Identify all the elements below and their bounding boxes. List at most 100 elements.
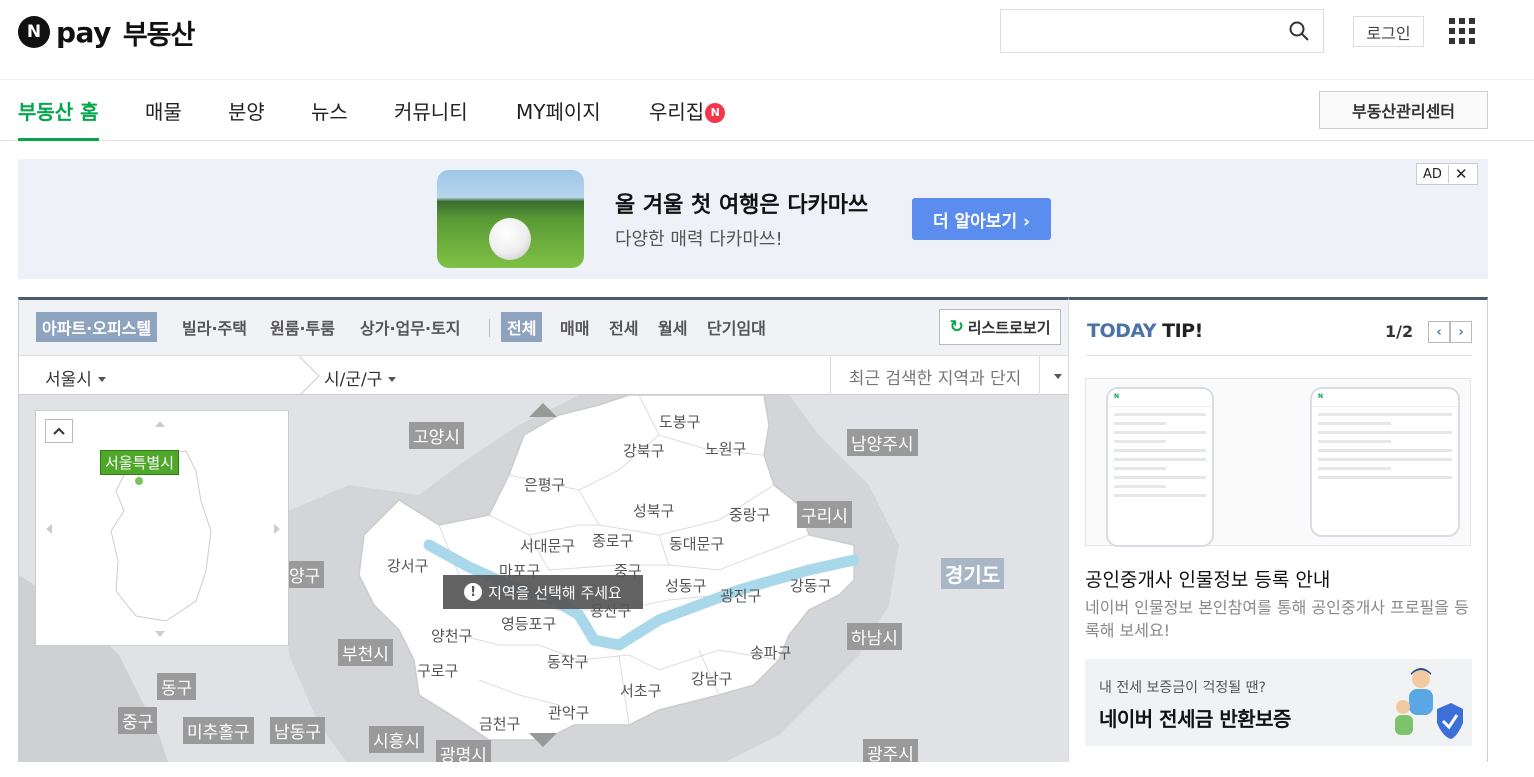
nav-home[interactable]: 부동산 홈	[18, 96, 99, 141]
district-label[interactable]: 종로구	[592, 530, 633, 551]
tip-next-button[interactable]: ›	[1450, 321, 1472, 343]
district-label: 시/군/구	[324, 370, 383, 390]
korea-minimap[interactable]: 서울특별시	[35, 410, 289, 646]
tip-title: TODAY TIP!	[1087, 320, 1203, 342]
npay-logo[interactable]: N pay 부동산	[18, 15, 195, 51]
alert-icon: !	[464, 583, 483, 601]
chevron-down-icon	[97, 377, 106, 382]
chevron-down-icon	[1053, 373, 1062, 379]
district-label[interactable]: 관악구	[548, 702, 589, 723]
district-label[interactable]: 서대문구	[520, 535, 575, 556]
region-label[interactable]: 양구	[285, 561, 325, 588]
today-tip-panel: TODAY TIP! 1/2 ‹ › N N 공인중개사 인물정보 등록 안내 …	[1068, 297, 1488, 762]
tip-title-today: TODAY	[1087, 320, 1157, 342]
jeonse-guarantee-banner[interactable]: 내 전세 보증금이 걱정될 땐? 네이버 전세금 반환보증	[1085, 659, 1472, 746]
refresh-icon: ↻	[949, 317, 964, 337]
region-label[interactable]: 남동구	[270, 717, 325, 744]
region-label[interactable]: 구리시	[797, 501, 852, 528]
district-label[interactable]: 강동구	[790, 575, 831, 596]
apps-grid-icon[interactable]	[1449, 18, 1475, 44]
region-label[interactable]: 동구	[157, 673, 197, 700]
map-canvas[interactable]: 도봉구 강북구 노원구 은평구 성북구 중랑구 서대문구 종로구 동대문구 강서…	[19, 395, 1068, 762]
region-label[interactable]: 하남시	[847, 623, 902, 650]
tip-prev-button[interactable]: ‹	[1428, 321, 1450, 343]
golf-ball-icon	[489, 218, 531, 260]
ad-banner[interactable]: 올 겨울 첫 여행은 다카마쓰 다양한 매력 다카마쓰! 더 알아보기 › AD…	[18, 159, 1488, 279]
district-label[interactable]: 금천구	[479, 713, 520, 734]
select-region-message: ! 지역을 선택해 주세요	[443, 575, 643, 609]
district-label[interactable]: 구로구	[417, 660, 458, 681]
district-label[interactable]: 강서구	[387, 555, 428, 576]
ad-close-icon[interactable]: ✕	[1447, 165, 1474, 183]
district-label[interactable]: 은평구	[524, 474, 565, 495]
city-select[interactable]: 서울시	[45, 365, 106, 390]
filter-commercial[interactable]: 상가·업무·토지	[357, 312, 463, 342]
filter-trade-jeonse[interactable]: 전세	[606, 312, 641, 342]
recent-search-select[interactable]: 최근 검색한 지역과 단지	[830, 356, 1040, 396]
tip-title-tip: TIP!	[1162, 320, 1203, 342]
nav-community[interactable]: 커뮤니티	[394, 96, 468, 141]
select-region-text: 지역을 선택해 주세요	[488, 583, 622, 602]
new-badge: N	[705, 103, 726, 123]
recent-search-dropdown[interactable]	[1040, 356, 1068, 396]
map-panel: 아파트·오피스텔 빌라·주택 원룸·투룸 상가·업무·토지 전체 매매 전세 월…	[18, 297, 1068, 762]
list-view-button[interactable]: ↻ 리스트로보기	[939, 309, 1061, 345]
district-label[interactable]: 강남구	[691, 668, 732, 689]
filter-trade-sale[interactable]: 매매	[557, 312, 592, 342]
location-bar: 서울시 시/군/구 최근 검색한 지역과 단지	[19, 355, 1068, 396]
search-icon[interactable]	[1289, 21, 1309, 41]
district-label[interactable]: 양천구	[431, 625, 472, 646]
minimap-seoul-label[interactable]: 서울특별시	[100, 450, 180, 475]
district-label[interactable]: 동대문구	[669, 533, 724, 554]
nav-myhome[interactable]: 우리집 N	[649, 96, 726, 141]
region-label[interactable]: 남양주시	[847, 429, 918, 456]
region-label[interactable]: 부천시	[338, 639, 393, 666]
region-label[interactable]: 광명시	[436, 740, 491, 762]
district-label[interactable]: 중랑구	[729, 504, 770, 525]
nav-news[interactable]: 뉴스	[311, 96, 348, 141]
district-label[interactable]: 노원구	[705, 438, 746, 459]
region-label[interactable]: 시흥시	[369, 726, 424, 753]
divider	[1085, 355, 1472, 356]
chevron-down-icon	[388, 377, 397, 382]
region-label[interactable]: 미추홀구	[183, 717, 254, 744]
ad-label: AD	[1423, 166, 1442, 182]
filter-trade-monthly[interactable]: 월세	[655, 312, 690, 342]
region-label[interactable]: 광주시	[863, 739, 918, 762]
district-label[interactable]: 성북구	[633, 500, 674, 521]
filter-oneroom[interactable]: 원룸·투룸	[267, 312, 338, 342]
ad-subtitle: 다양한 매력 다카마쓰!	[615, 229, 783, 250]
list-view-label: 리스트로보기	[967, 318, 1051, 337]
filter-trade-all[interactable]: 전체	[501, 312, 543, 342]
tip-description: 네이버 인물정보 본인참여를 통해 공인중개사 프로필을 등록해 보세요!	[1085, 598, 1469, 640]
district-label[interactable]: 강북구	[623, 440, 664, 461]
login-button[interactable]: 로그인	[1353, 16, 1424, 47]
district-label[interactable]: 서초구	[620, 680, 661, 701]
header: N pay 부동산 로그인	[0, 0, 1534, 80]
district-label[interactable]: 영등포구	[501, 613, 556, 634]
tip-image[interactable]: N N	[1085, 378, 1471, 547]
search-input[interactable]	[1000, 9, 1324, 53]
region-label[interactable]: 경기도	[941, 558, 1005, 589]
tip-heading[interactable]: 공인중개사 인물정보 등록 안내	[1085, 565, 1330, 592]
management-center-button[interactable]: 부동산관리센터	[1319, 91, 1488, 129]
district-label[interactable]: 송파구	[750, 642, 791, 663]
region-label[interactable]: 중구	[118, 707, 158, 734]
nav-presale[interactable]: 분양	[228, 96, 265, 141]
filter-trade-short[interactable]: 단기임대	[704, 312, 769, 342]
district-label[interactable]: 도봉구	[659, 411, 700, 432]
filter-bar: 아파트·오피스텔 빌라·주택 원룸·투룸 상가·업무·토지 전체 매매 전세 월…	[19, 300, 1068, 355]
district-select[interactable]: 시/군/구	[324, 365, 397, 390]
region-label[interactable]: 고양시	[409, 422, 464, 449]
nav-mypage[interactable]: MY페이지	[516, 96, 601, 141]
district-label[interactable]: 동작구	[547, 651, 588, 672]
golf-ad-image	[437, 170, 584, 268]
korea-outline-map	[46, 421, 280, 637]
ad-learn-more-button[interactable]: 더 알아보기 ›	[912, 198, 1051, 240]
district-label[interactable]: 성동구	[665, 575, 706, 596]
nav-listings[interactable]: 매물	[145, 96, 182, 141]
filter-villa[interactable]: 빌라·주택	[179, 312, 250, 342]
district-label[interactable]: 광진구	[720, 585, 761, 606]
filter-apartment[interactable]: 아파트·오피스텔	[36, 312, 158, 342]
city-label: 서울시	[45, 370, 92, 390]
